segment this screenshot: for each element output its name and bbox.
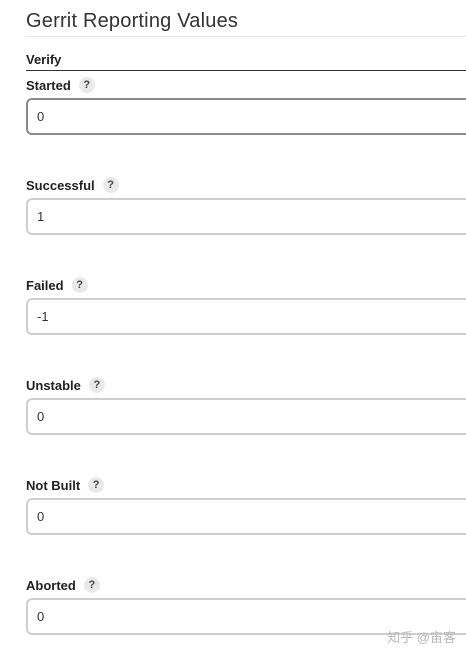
successful-input[interactable] [26, 198, 466, 235]
field-label-aborted: Aborted [26, 577, 76, 593]
help-icon[interactable]: ? [102, 177, 119, 193]
help-icon[interactable]: ? [88, 477, 105, 493]
field-not-built: Not Built ? [26, 476, 466, 535]
field-aborted: Aborted ? [26, 576, 466, 635]
started-input[interactable] [26, 98, 466, 135]
field-successful: Successful ? [26, 176, 466, 235]
section-title: Gerrit Reporting Values [26, 10, 239, 32]
field-started: Started ? [26, 76, 466, 135]
section-divider [26, 36, 466, 37]
failed-input[interactable] [26, 298, 466, 335]
field-label-started: Started [26, 77, 71, 93]
field-label-unstable: Unstable [26, 377, 81, 393]
subsection-title: Verify [26, 52, 62, 67]
help-icon[interactable]: ? [83, 577, 100, 593]
watermark: 知乎 @宙客 [387, 630, 456, 645]
unstable-input[interactable] [26, 398, 466, 435]
field-failed: Failed ? [26, 276, 466, 335]
field-label-failed: Failed [26, 277, 64, 293]
field-label-not-built: Not Built [26, 477, 81, 493]
help-icon[interactable]: ? [78, 77, 95, 93]
help-icon[interactable]: ? [88, 377, 105, 393]
help-icon[interactable]: ? [71, 277, 88, 293]
subsection-divider [26, 70, 466, 71]
not-built-input[interactable] [26, 498, 466, 535]
field-label-successful: Successful [26, 177, 95, 193]
field-unstable: Unstable ? [26, 376, 466, 435]
